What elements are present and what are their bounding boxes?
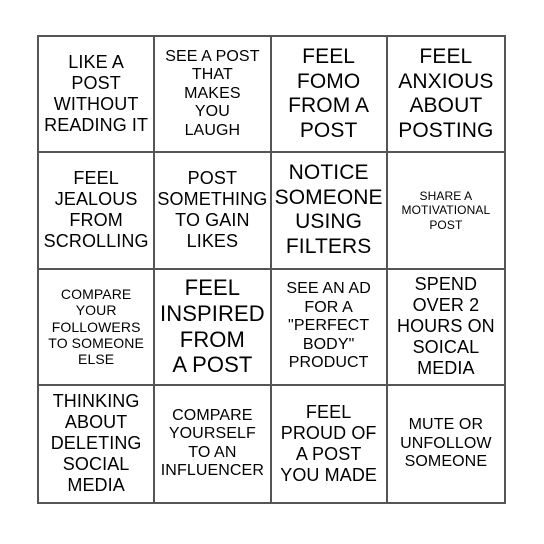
bingo-cell-r4c2[interactable]: COMPARE YOURSELF TO AN INFLUENCER [155,385,272,502]
bingo-cell-r2c3[interactable]: NOTICE SOMEONE USING FILTERS [271,153,388,270]
bingo-cell-label: THINKING ABOUT DELETING SOCIAL MEDIA [50,391,142,496]
bingo-cell-label: FEEL FOMO FROM A POST [288,45,370,142]
bingo-cell-r4c4[interactable]: MUTE OR UNFOLLOW SOMEONE [387,385,504,502]
bingo-cell-label: SEE AN AD FOR A "PERFECT BODY" PRODUCT [286,280,371,372]
bingo-cell-r4c3[interactable]: FEEL PROUD OF A POST YOU MADE [271,385,388,502]
bingo-cell-label: LIKE A POST WITHOUT READING IT [44,52,149,136]
bingo-cell-label: POST SOMETHING TO GAIN LIKES [157,168,268,252]
bingo-cell-r3c1[interactable]: COMPARE YOUR FOLLOWERS TO SOMEONE ELSE [39,269,156,386]
bingo-cell-label: FEEL ANXIOUS ABOUT POSTING [398,45,494,142]
bingo-cell-label: SHARE A MOTIVATIONAL POST [401,188,491,232]
bingo-cell-r3c4[interactable]: SPEND OVER 2 HOURS ON SOICAL MEDIA [387,269,504,386]
bingo-cell-r2c4[interactable]: SHARE A MOTIVATIONAL POST [387,153,504,270]
bingo-cell-label: SEE A POST THAT MAKES YOU LAUGH [165,47,260,139]
bingo-cell-label: MUTE OR UNFOLLOW SOMEONE [400,416,492,471]
bingo-cell-r3c2[interactable]: FEEL INSPIRED FROM A POST [155,269,272,386]
bingo-cell-label: SPEND OVER 2 HOURS ON SOICAL MEDIA [396,274,495,379]
bingo-card-grid: LIKE A POST WITHOUT READING IT SEE A POS… [37,35,506,504]
bingo-cell-r1c3[interactable]: FEEL FOMO FROM A POST [271,37,388,154]
bingo-cell-label: COMPARE YOUR FOLLOWERS TO SOMEONE ELSE [48,286,144,367]
bingo-cell-label: FEEL JEALOUS FROM SCROLLING [43,168,149,252]
bingo-cell-label: FEEL INSPIRED FROM A POST [160,275,265,378]
bingo-cell-r3c3[interactable]: SEE AN AD FOR A "PERFECT BODY" PRODUCT [271,269,388,386]
bingo-cell-r1c1[interactable]: LIKE A POST WITHOUT READING IT [39,37,156,154]
bingo-cell-r2c1[interactable]: FEEL JEALOUS FROM SCROLLING [39,153,156,270]
bingo-cell-r4c1[interactable]: THINKING ABOUT DELETING SOCIAL MEDIA [39,385,156,502]
bingo-cell-label: NOTICE SOMEONE USING FILTERS [274,161,383,258]
bingo-cell-r1c2[interactable]: SEE A POST THAT MAKES YOU LAUGH [155,37,272,154]
bingo-cell-r2c2[interactable]: POST SOMETHING TO GAIN LIKES [155,153,272,270]
bingo-cell-label: COMPARE YOURSELF TO AN INFLUENCER [160,406,264,480]
bingo-cell-label: FEEL PROUD OF A POST YOU MADE [280,401,378,485]
bingo-cell-r1c4[interactable]: FEEL ANXIOUS ABOUT POSTING [387,37,504,154]
